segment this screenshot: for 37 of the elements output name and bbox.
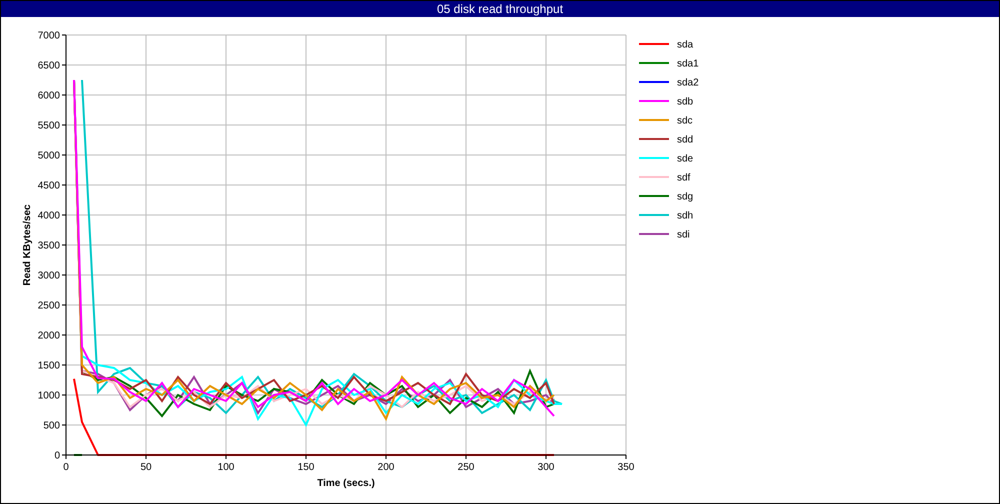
legend-label: sda2 [677,78,699,88]
tick-label: 350 [618,462,634,473]
legend-label: sde [677,154,694,164]
tick-label: 200 [378,462,394,473]
tick-label: 2500 [38,300,60,312]
legend-label: sdg [677,192,694,202]
tick-label: 3500 [38,240,60,252]
chart-title: 05 disk read throughput [1,1,999,17]
tick-label: 5500 [38,120,60,132]
tick-label: 500 [43,420,60,432]
tick-label: 300 [538,462,554,473]
tick-label: 4500 [38,180,60,192]
legend-label: sdf [677,172,690,184]
tick-label: 1500 [38,360,60,372]
legend-label: sda [677,40,694,50]
tick-label: 5000 [38,150,60,162]
tick-label: 100 [218,462,234,473]
tick-label: 3000 [38,270,60,282]
tick-label: 1000 [38,390,60,402]
legend-label: sdc [677,116,693,126]
tick-label: 4000 [38,210,60,222]
legend-label: sdd [677,134,694,146]
tick-label: 0 [54,450,60,462]
legend-label: sdh [677,210,694,222]
tick-label: 6500 [38,60,60,72]
tick-label: 7000 [38,30,60,42]
axis-title: Read KBytes/sec [22,204,33,286]
tick-label: 50 [140,462,152,473]
tick-label: 250 [458,462,474,473]
legend-label: sdb [677,96,694,108]
legend-label: sda1 [677,58,699,70]
tick-label: 0 [63,462,69,473]
axis-title: Time (secs.) [317,478,375,489]
tick-label: 150 [298,462,314,473]
tick-label: 2000 [38,330,60,342]
tick-label: 6000 [38,90,60,102]
legend-label: sdi [677,230,690,240]
